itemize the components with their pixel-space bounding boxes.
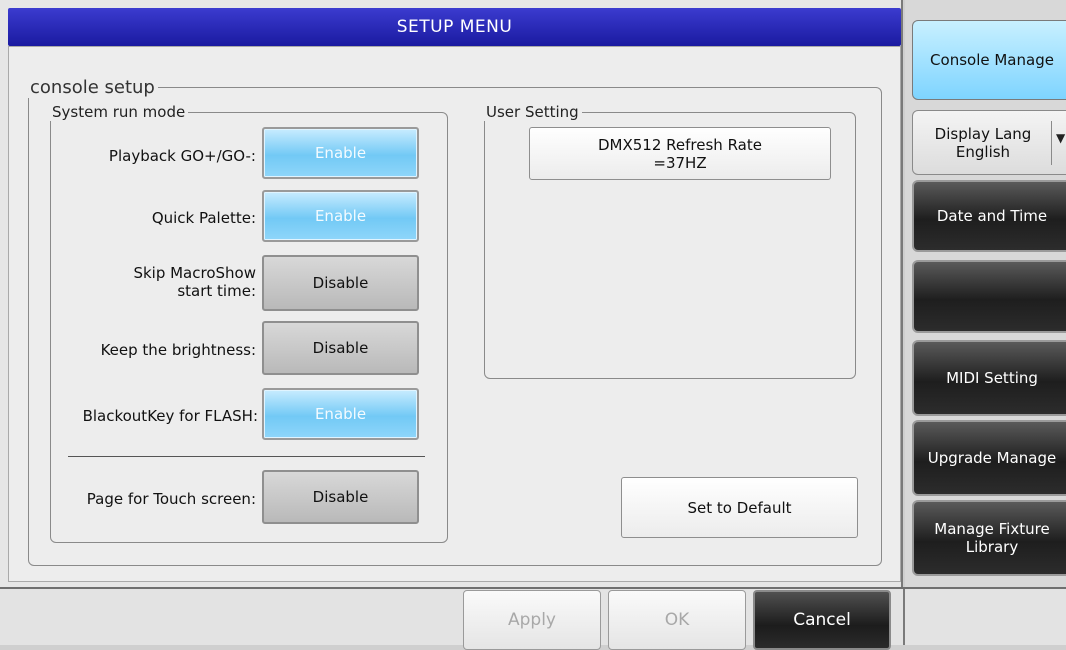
keep-brightness-label: Keep the brightness: bbox=[100, 341, 256, 359]
skip-macroshow-toggle[interactable]: Disable bbox=[262, 255, 419, 311]
playback-go-label: Playback GO+/GO-: bbox=[108, 147, 256, 165]
bottom-separator bbox=[903, 589, 905, 645]
blackout-key-label: BlackoutKey for FLASH: bbox=[82, 407, 258, 425]
window-title: SETUP MENU bbox=[8, 8, 901, 46]
console-setup-legend: console setup bbox=[30, 77, 155, 98]
page-touch-toggle[interactable]: Disable bbox=[262, 470, 419, 524]
keep-brightness-toggle[interactable]: Disable bbox=[262, 321, 419, 375]
manage-fixture-line1: Manage Fixture bbox=[934, 520, 1050, 538]
playback-go-toggle[interactable]: Enable bbox=[262, 127, 419, 179]
system-run-mode-legend: System run mode bbox=[52, 103, 186, 121]
page-touch-label: Page for Touch screen: bbox=[86, 490, 256, 508]
display-language-value: English bbox=[955, 142, 1011, 161]
dmx-refresh-rate-button[interactable]: DMX512 Refresh Rate =37HZ bbox=[529, 127, 831, 180]
divider bbox=[68, 456, 425, 457]
blackout-key-toggle[interactable]: Enable bbox=[262, 388, 419, 440]
display-language-select[interactable]: Display Lang English ▼ bbox=[912, 110, 1066, 175]
upgrade-manage-button[interactable]: Upgrade Manage bbox=[912, 420, 1066, 496]
chevron-down-icon[interactable]: ▼ bbox=[1056, 131, 1065, 145]
ok-button[interactable]: OK bbox=[608, 590, 746, 650]
quick-palette-label: Quick Palette: bbox=[151, 209, 256, 227]
dmx-refresh-rate-title: DMX512 Refresh Rate bbox=[598, 135, 762, 154]
skip-macroshow-label-line2: start time: bbox=[177, 282, 256, 300]
set-to-default-button[interactable]: Set to Default bbox=[621, 477, 858, 538]
skip-macroshow-label: Skip MacroShow start time: bbox=[56, 264, 256, 300]
manage-fixture-library-button[interactable]: Manage Fixture Library bbox=[912, 500, 1066, 576]
console-manage-button[interactable]: Console Manage bbox=[912, 20, 1066, 100]
skip-macroshow-label-line1: Skip MacroShow bbox=[133, 264, 256, 282]
cancel-button[interactable]: Cancel bbox=[753, 590, 891, 650]
display-language-text: Display Lang English bbox=[913, 125, 1053, 161]
apply-button[interactable]: Apply bbox=[463, 590, 601, 650]
midi-setting-button[interactable]: MIDI Setting bbox=[912, 340, 1066, 416]
blank-sidebar-button[interactable] bbox=[912, 260, 1066, 333]
dropdown-separator bbox=[1051, 121, 1052, 165]
date-and-time-button[interactable]: Date and Time bbox=[912, 180, 1066, 252]
quick-palette-toggle[interactable]: Enable bbox=[262, 190, 419, 242]
manage-fixture-line2: Library bbox=[965, 538, 1019, 556]
user-setting-legend: User Setting bbox=[486, 103, 579, 121]
dmx-refresh-rate-value: =37HZ bbox=[653, 153, 707, 172]
display-language-label: Display Lang bbox=[934, 124, 1032, 143]
